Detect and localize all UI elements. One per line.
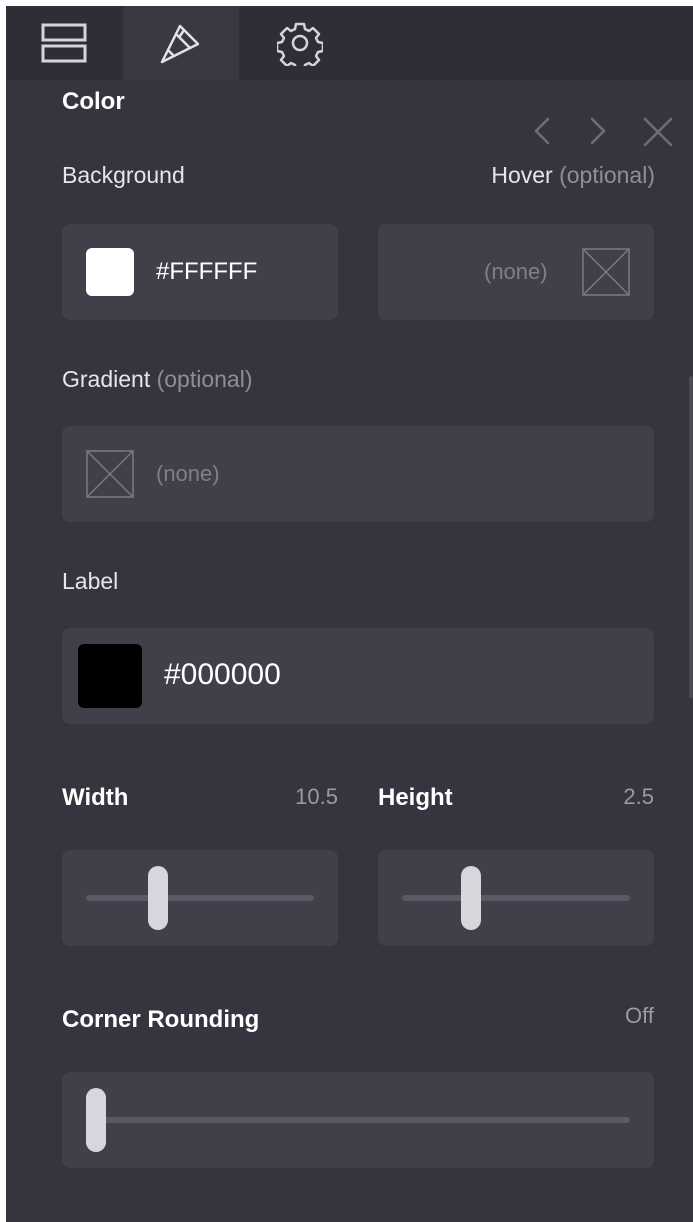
label-hex: #000000 <box>164 658 281 691</box>
scrollbar[interactable] <box>689 376 693 698</box>
label-swatch[interactable] <box>78 644 142 708</box>
gradient-label-text: Gradient <box>62 366 151 392</box>
height-slider[interactable] <box>378 850 654 946</box>
height-label: Height <box>378 784 453 811</box>
gradient-optional-text: (optional) <box>156 366 253 392</box>
close-icon[interactable] <box>643 117 673 147</box>
hover-color-field[interactable]: (none) <box>378 224 654 320</box>
gear-icon <box>277 22 323 66</box>
empty-swatch-icon[interactable] <box>582 248 630 296</box>
width-value: 10.5 <box>295 784 338 809</box>
background-hex: #FFFFFF <box>156 258 258 285</box>
height-slider-thumb[interactable] <box>461 866 481 930</box>
corner-rounding-label: Corner Rounding <box>62 1006 260 1033</box>
label-color-label: Label <box>62 568 119 594</box>
tab-layout[interactable] <box>6 6 122 80</box>
width-slider-track[interactable] <box>86 895 314 901</box>
width-slider[interactable] <box>62 850 338 946</box>
gradient-value: (none) <box>156 461 220 486</box>
chevron-right-icon[interactable] <box>590 117 606 145</box>
corner-rounding-value: Off <box>625 1003 654 1028</box>
gradient-label: Gradient (optional) <box>62 366 253 393</box>
height-value: 2.5 <box>623 784 654 809</box>
chevron-left-icon[interactable] <box>534 117 550 145</box>
width-label: Width <box>62 784 129 811</box>
tab-bar <box>6 6 693 80</box>
background-label: Background <box>62 162 185 188</box>
settings-panel: Color Background Hover (optional) #FFFFF… <box>6 6 693 1222</box>
tab-settings[interactable] <box>242 6 358 80</box>
background-color-field[interactable]: #FFFFFF <box>62 224 338 320</box>
corner-rounding-slider[interactable] <box>62 1072 654 1168</box>
tab-style[interactable] <box>123 6 239 80</box>
gradient-field[interactable]: (none) <box>62 426 654 522</box>
nav-controls <box>526 116 676 151</box>
label-color-field[interactable]: #000000 <box>62 628 654 724</box>
hover-optional-text: (optional) <box>559 162 655 188</box>
background-swatch[interactable] <box>86 248 134 296</box>
layout-icon <box>41 23 87 63</box>
corner-rounding-slider-thumb[interactable] <box>86 1088 106 1152</box>
brush-icon <box>160 24 200 64</box>
height-slider-track[interactable] <box>402 895 630 901</box>
hover-value: (none) <box>484 259 548 284</box>
corner-rounding-slider-track[interactable] <box>86 1117 630 1123</box>
section-title: Color <box>62 88 125 115</box>
width-slider-thumb[interactable] <box>148 866 168 930</box>
hover-label-text: Hover <box>491 162 553 188</box>
empty-swatch-icon[interactable] <box>86 450 134 498</box>
hover-label: Hover (optional) <box>491 162 655 189</box>
